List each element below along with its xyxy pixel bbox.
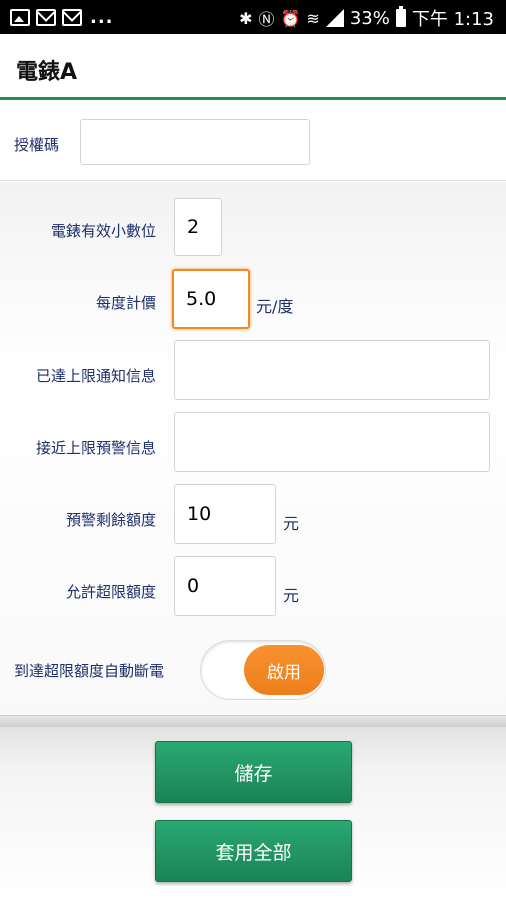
alarm-icon: ⏰ [280, 8, 301, 28]
notification-icons: ... [10, 7, 114, 28]
app-header: 電錶A [0, 34, 506, 100]
price-per-kwh-input[interactable]: 5.0 [172, 269, 250, 329]
system-icons: ✱ Ⓝ ⏰ ≋ 33% 下午 1:13 [239, 5, 494, 31]
auto-cutoff-label: 到達超限額度自動斷電 [14, 662, 165, 680]
limit-reached-message-label: 已達上限通知信息 [35, 367, 156, 385]
warning-remaining-unit: 元 [283, 514, 300, 533]
auth-code-label: 授權碼 [14, 136, 60, 154]
near-limit-message-label: 接近上限預警信息 [35, 439, 156, 457]
section-divider [0, 715, 506, 727]
decimal-places-label: 電錶有效小數位 [50, 222, 156, 240]
apply-all-button[interactable]: 套用全部 [155, 820, 352, 882]
auto-cutoff-toggle[interactable]: 啟用 [200, 640, 326, 700]
price-unit: 元/度 [256, 297, 294, 316]
bluetooth-icon: ✱ [239, 8, 253, 28]
page-title: 電錶A [16, 60, 78, 85]
mail-notification-icon [62, 9, 82, 26]
allowed-over-limit-unit: 元 [283, 586, 300, 605]
action-buttons: 儲存 套用全部 [0, 727, 506, 900]
toggle-enabled-label: 啟用 [244, 645, 324, 695]
more-notifications: ... [90, 7, 114, 28]
near-limit-message-input[interactable] [174, 412, 490, 472]
limit-reached-message-input[interactable] [174, 340, 490, 400]
auth-row: 授權碼 [0, 103, 506, 181]
decimal-places-input[interactable]: 2 [174, 198, 222, 256]
nfc-icon: Ⓝ [258, 10, 275, 29]
auth-code-input[interactable] [80, 119, 310, 165]
price-per-kwh-label: 每度計價 [95, 294, 156, 312]
clock: 下午 1:13 [411, 9, 494, 30]
image-notification-icon [10, 9, 30, 26]
allowed-over-limit-input[interactable]: 0 [174, 556, 276, 616]
wifi-icon: ≋ [306, 8, 320, 28]
battery-icon [395, 6, 406, 27]
signal-icon [325, 9, 344, 27]
battery-percent: 33% [349, 7, 390, 29]
status-bar: ... ✱ Ⓝ ⏰ ≋ 33% 下午 1:13 [0, 0, 506, 34]
save-button[interactable]: 儲存 [155, 741, 352, 803]
warning-remaining-label: 預警剩餘額度 [65, 511, 156, 529]
allowed-over-limit-label: 允許超限額度 [65, 583, 156, 601]
warning-remaining-input[interactable]: 10 [174, 484, 276, 544]
mail-notification-icon [36, 9, 56, 26]
